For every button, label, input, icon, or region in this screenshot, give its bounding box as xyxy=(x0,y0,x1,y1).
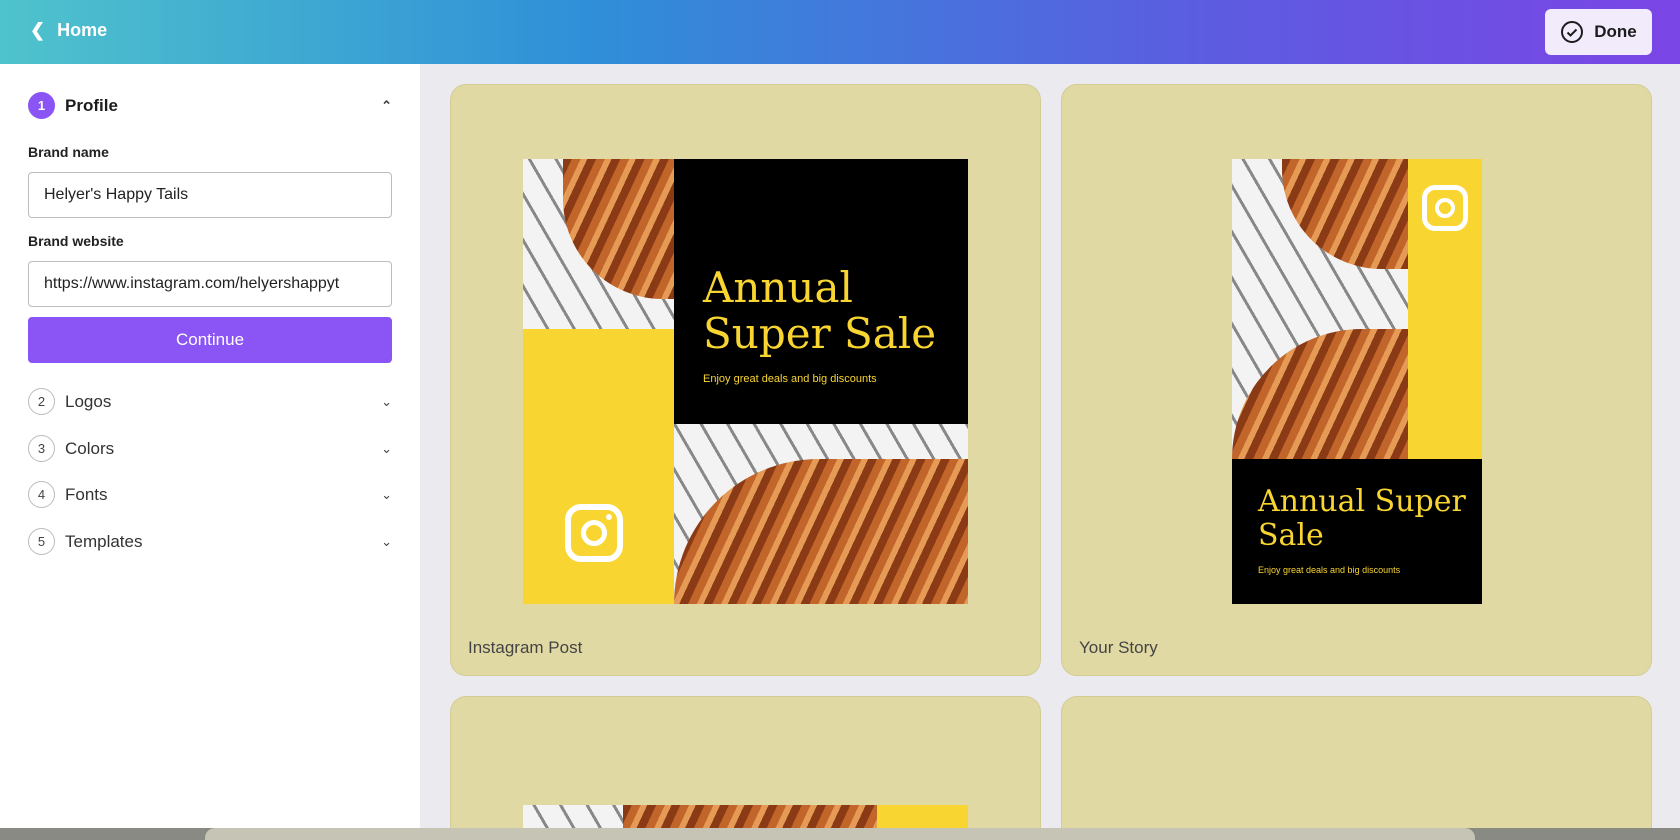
instagram-icon xyxy=(1422,185,1468,231)
brand-name-label: Brand name xyxy=(28,144,109,160)
home-button[interactable]: ❮ Home xyxy=(30,20,107,41)
templates-grid: Annual Super Sale Enjoy great deals and … xyxy=(420,64,1680,829)
step-number: 1 xyxy=(28,92,55,119)
step-label: Profile xyxy=(65,95,118,115)
brand-website-label: Brand website xyxy=(28,233,124,249)
check-circle-icon xyxy=(1561,21,1584,43)
home-label: Home xyxy=(57,20,108,40)
step-colors[interactable]: 3 Colors ⌄ xyxy=(28,435,392,462)
step-number: 5 xyxy=(28,528,55,555)
poster-title: Annual Super Sale xyxy=(703,263,937,358)
chevron-down-icon: ⌄ xyxy=(381,440,392,456)
instagram-post-preview: Annual Super Sale Enjoy great deals and … xyxy=(523,159,968,604)
step-number: 4 xyxy=(28,481,55,508)
step-number: 3 xyxy=(28,435,55,462)
step-fonts[interactable]: 4 Fonts ⌄ xyxy=(28,481,392,508)
template-card[interactable] xyxy=(450,696,1041,829)
template-card[interactable] xyxy=(1061,696,1652,828)
template-card-your-story[interactable]: Annual Super Sale Enjoy great deals and … xyxy=(1061,84,1652,676)
step-number: 2 xyxy=(28,388,55,415)
brand-name-input[interactable] xyxy=(28,172,392,218)
poster-subtitle: Enjoy great deals and big discounts xyxy=(703,373,877,385)
done-label: Done xyxy=(1594,22,1637,41)
template-card-instagram-post[interactable]: Annual Super Sale Enjoy great deals and … xyxy=(450,84,1041,676)
chevron-up-icon: ⌃ xyxy=(381,97,392,113)
story-preview: Annual Super Sale Enjoy great deals and … xyxy=(1232,159,1482,604)
chevron-down-icon: ⌄ xyxy=(381,393,392,409)
done-button[interactable]: Done xyxy=(1545,9,1652,55)
brand-kit-sidebar: 1 Profile ⌃ Brand name Brand website Con… xyxy=(0,64,420,828)
continue-button[interactable]: Continue xyxy=(28,317,392,363)
step-label: Fonts xyxy=(65,484,108,504)
step-profile[interactable]: 1 Profile ⌃ xyxy=(28,92,392,119)
step-logos[interactable]: 2 Logos ⌄ xyxy=(28,388,392,415)
template-preview xyxy=(523,805,968,829)
top-bar: ❮ Home Done xyxy=(0,0,1680,64)
chevron-down-icon: ⌄ xyxy=(381,533,392,549)
poster-subtitle: Enjoy great deals and big discounts xyxy=(1258,565,1401,575)
template-label: Instagram Post xyxy=(468,638,583,657)
template-label: Your Story xyxy=(1079,638,1158,657)
poster-title: Annual Super Sale xyxy=(1258,484,1466,553)
instagram-icon xyxy=(565,504,623,562)
dock xyxy=(205,828,1475,840)
brand-website-input[interactable] xyxy=(28,261,392,307)
step-label: Logos xyxy=(65,391,112,411)
step-templates[interactable]: 5 Templates ⌄ xyxy=(28,528,392,555)
chevron-down-icon: ⌄ xyxy=(381,486,392,502)
step-label: Colors xyxy=(65,438,115,458)
step-label: Templates xyxy=(65,531,143,551)
chevron-left-icon: ❮ xyxy=(30,20,46,40)
